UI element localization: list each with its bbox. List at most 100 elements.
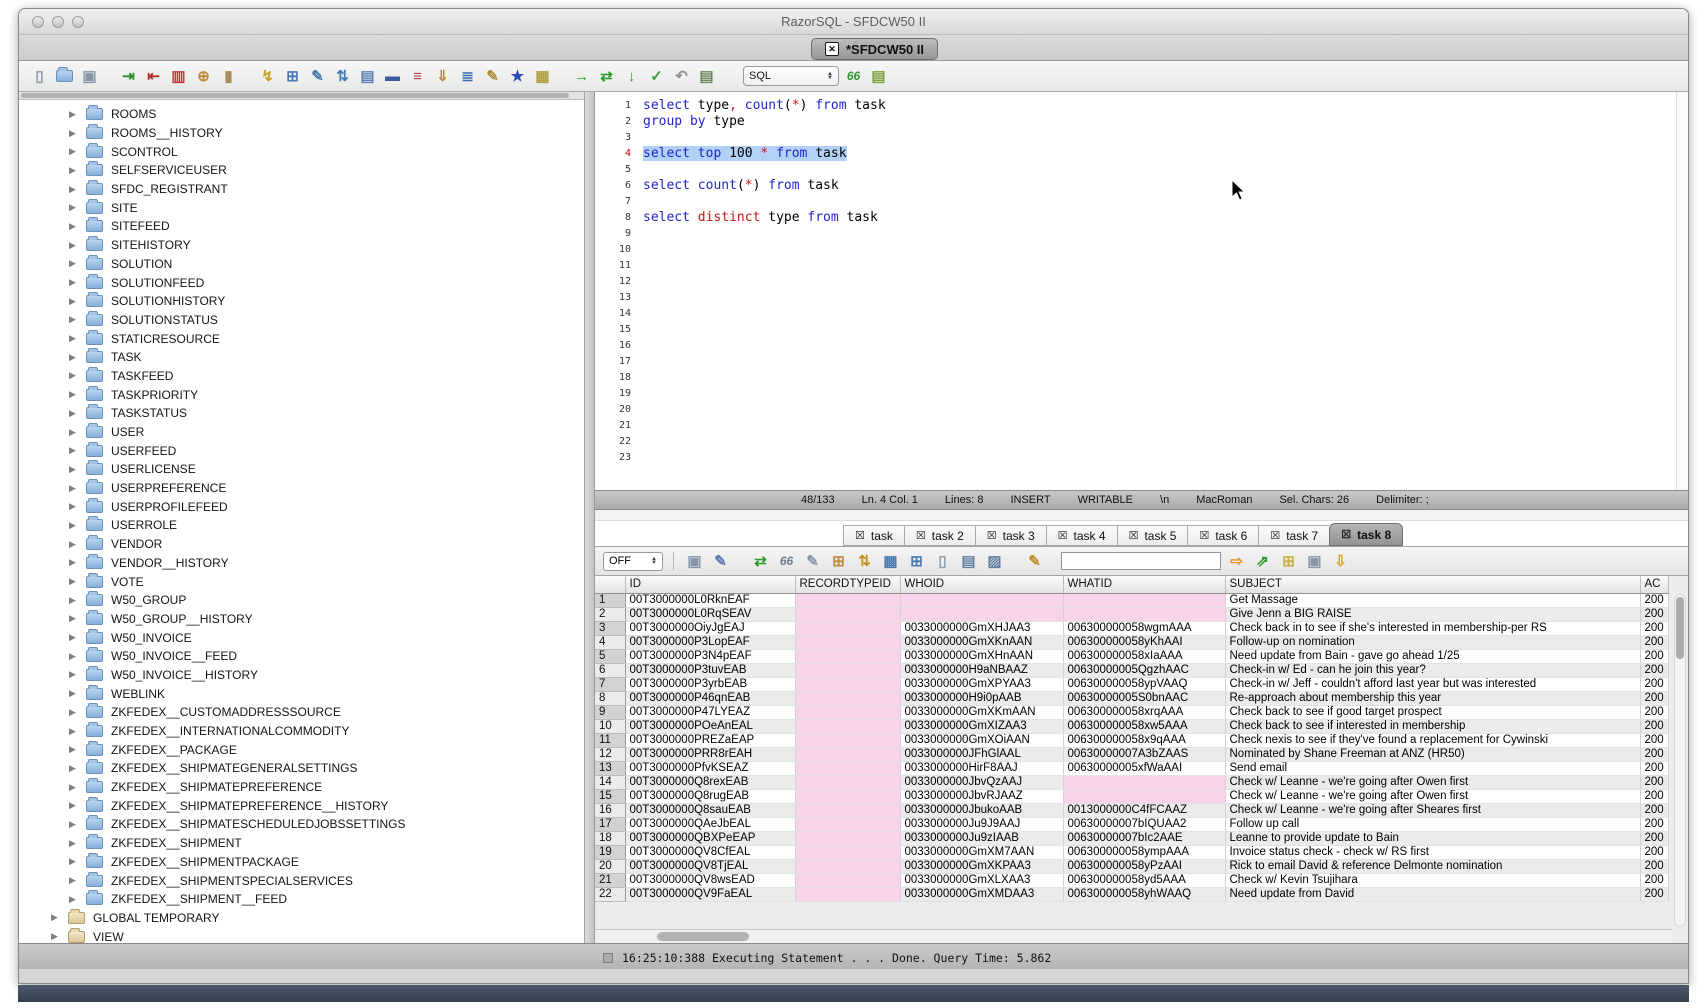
result-tab-task-7[interactable]: ☒task 7 [1258, 525, 1329, 546]
data-cell[interactable]: 200 [1640, 859, 1668, 873]
code-line[interactable] [643, 306, 1676, 322]
data-cell[interactable]: 0033000000GmXOiAAN [900, 733, 1063, 747]
grid-hscroll-thumb[interactable] [657, 932, 749, 941]
disclosure-triangle-icon[interactable]: ▶ [69, 389, 78, 400]
data-cell[interactable]: 00630000005QgzhAAC [1063, 663, 1225, 677]
disclosure-triangle-icon[interactable]: ▶ [51, 912, 60, 923]
disclosure-triangle-icon[interactable]: ▶ [69, 707, 78, 718]
save-disk-icon[interactable]: ▣ [79, 66, 100, 87]
data-cell[interactable] [795, 775, 900, 789]
tab-close-icon[interactable]: ☒ [1129, 529, 1139, 542]
disclosure-triangle-icon[interactable]: ▶ [69, 576, 78, 587]
code-line[interactable] [643, 434, 1676, 450]
code-line[interactable] [643, 402, 1676, 418]
data-cell[interactable]: Check w/ Leanne - we're going after Owen… [1225, 789, 1640, 803]
data-cell[interactable]: 200 [1640, 873, 1668, 887]
data-cell[interactable]: 200 [1640, 621, 1668, 635]
data-cell[interactable]: 200 [1640, 649, 1668, 663]
result-tab-task-3[interactable]: ☒task 3 [975, 525, 1046, 546]
data-cell[interactable]: Nominated by Shane Freeman at ANZ (HR50) [1225, 747, 1640, 761]
tab-close-icon[interactable]: ✕ [825, 42, 839, 56]
close-button[interactable] [32, 16, 44, 28]
data-cell[interactable]: Re-approach about membership this year [1225, 691, 1640, 705]
tree-item[interactable]: ▶STATICRESOURCE [19, 329, 584, 348]
data-cell[interactable]: Check nexis to see if they've found a re… [1225, 733, 1640, 747]
undo-arrow-icon[interactable]: ↶ [671, 66, 692, 87]
data-cell[interactable]: 0033000000JbvQzAAJ [900, 775, 1063, 789]
tab-close-icon[interactable]: ☒ [1058, 529, 1068, 542]
data-cell[interactable] [795, 649, 900, 663]
disclosure-triangle-icon[interactable]: ▶ [69, 445, 78, 456]
data-cell[interactable] [1063, 775, 1225, 789]
table-edit-icon[interactable]: ✎ [307, 66, 328, 87]
save-results-icon[interactable]: ▣ [684, 551, 705, 572]
column-header-recordtypeid[interactable]: RECORDTYPEID [795, 576, 900, 593]
data-cell[interactable]: 200 [1640, 719, 1668, 733]
tree-item[interactable]: ▶ZKFEDEX__SHIPMATEPREFERENCE [19, 778, 584, 797]
data-cell[interactable] [795, 733, 900, 747]
data-cell[interactable]: 00T3000000OiyJgEAJ [625, 621, 795, 635]
row-number-cell[interactable]: 3 [595, 621, 625, 635]
describe-table-icon[interactable]: ⊞ [906, 551, 927, 572]
table-import-icon[interactable]: ⇅ [332, 66, 353, 87]
tree-item[interactable]: ▶VIEW [19, 927, 584, 943]
data-cell[interactable]: 200 [1640, 635, 1668, 649]
tree-item[interactable]: ▶VOTE [19, 572, 584, 591]
data-cell[interactable]: 200 [1640, 691, 1668, 705]
result-tab-task[interactable]: ☒task [843, 525, 904, 546]
code-line[interactable] [643, 290, 1676, 306]
data-cell[interactable]: 00T3000000PREZaEAP [625, 733, 795, 747]
disclosure-triangle-icon[interactable]: ▶ [69, 333, 78, 344]
tree-item[interactable]: ▶SITE [19, 198, 584, 217]
tree-item[interactable]: ▶USERLICENSE [19, 460, 584, 479]
disclosure-triangle-icon[interactable]: ▶ [69, 595, 78, 606]
data-cell[interactable] [795, 663, 900, 677]
disclosure-triangle-icon[interactable]: ▶ [69, 632, 78, 643]
row-number-cell[interactable]: 11 [595, 733, 625, 747]
tree-item[interactable]: ▶SITEHISTORY [19, 236, 584, 255]
data-cell[interactable]: 006300000058ympAAA [1063, 845, 1225, 859]
data-cell[interactable]: 200 [1640, 845, 1668, 859]
disclosure-triangle-icon[interactable]: ▶ [69, 258, 78, 269]
result-tab-task-5[interactable]: ☒task 5 [1117, 525, 1188, 546]
data-cell[interactable]: Check w/ Kevin Tsujihara [1225, 873, 1640, 887]
row-number-cell[interactable]: 4 [595, 635, 625, 649]
result-tab-task-8[interactable]: ☒task 8 [1329, 523, 1403, 546]
data-cell[interactable]: Check back in to see if she's interested… [1225, 621, 1640, 635]
data-cell[interactable]: 00T3000000QV9FaEAL [625, 887, 795, 901]
data-cell[interactable]: 00T3000000PRR8rEAH [625, 747, 795, 761]
results-search-input[interactable] [1061, 552, 1221, 570]
code-line[interactable]: select count(*) from task [643, 178, 1676, 194]
data-cell[interactable]: 0033000000HirF8AAJ [900, 761, 1063, 775]
tab-close-icon[interactable]: ☒ [855, 529, 865, 542]
data-cell[interactable]: Send email [1225, 761, 1640, 775]
tab-close-icon[interactable]: ☒ [1199, 529, 1209, 542]
tree-item[interactable]: ▶TASK [19, 348, 584, 367]
data-cell[interactable] [795, 593, 900, 607]
tree-item[interactable]: ▶SOLUTION [19, 255, 584, 274]
disclosure-triangle-icon[interactable]: ▶ [69, 744, 78, 755]
data-cell[interactable]: 00T3000000P3tuvEAB [625, 663, 795, 677]
tree-item[interactable]: ▶SITEFEED [19, 217, 584, 236]
row-number-cell[interactable]: 21 [595, 873, 625, 887]
disclosure-triangle-icon[interactable]: ▶ [69, 277, 78, 288]
data-cell[interactable]: 200 [1640, 817, 1668, 831]
tab-close-icon[interactable]: ☒ [1270, 529, 1280, 542]
save-grid-icon[interactable]: ▣ [1304, 551, 1325, 572]
document-tab[interactable]: ✕ *SFDCW50 II [811, 38, 938, 60]
data-cell[interactable]: 200 [1640, 761, 1668, 775]
data-cell[interactable]: 200 [1640, 775, 1668, 789]
data-cell[interactable]: 0033000000GmXHJAA3 [900, 621, 1063, 635]
data-cell[interactable]: Follow up call [1225, 817, 1640, 831]
data-cell[interactable]: 00T3000000P47LYEAZ [625, 705, 795, 719]
copy-table-icon[interactable]: ▨ [984, 551, 1005, 572]
connect-database-icon[interactable]: ⇥ [118, 66, 139, 87]
data-cell[interactable]: Check-in w/ Ed - can he join this year? [1225, 663, 1640, 677]
data-cell[interactable] [795, 705, 900, 719]
code-line[interactable] [643, 226, 1676, 242]
data-cell[interactable] [795, 803, 900, 817]
data-cell[interactable]: 0033000000GmXMDAA3 [900, 887, 1063, 901]
tree-item[interactable]: ▶USERFEED [19, 441, 584, 460]
data-cell[interactable]: 200 [1640, 607, 1668, 621]
data-cell[interactable]: 200 [1640, 803, 1668, 817]
